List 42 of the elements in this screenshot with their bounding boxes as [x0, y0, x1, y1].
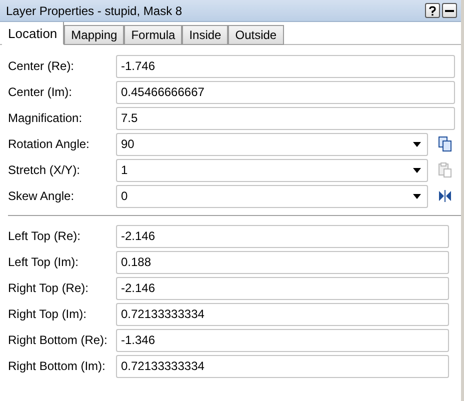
input-field[interactable]: -1.746 [116, 54, 455, 78]
combo-box[interactable]: 1 [116, 158, 428, 182]
field-label: Center (Im): [8, 85, 74, 99]
input-field[interactable]: -2.146 [116, 224, 449, 248]
field-label: Center (Re): [8, 59, 76, 73]
input-field[interactable]: 0.45466666667 [116, 80, 455, 104]
input-field[interactable]: -1.346 [116, 328, 449, 352]
combo-box[interactable]: 0 [116, 184, 428, 208]
question-icon [429, 6, 436, 16]
window-title: Layer Properties - stupid, Mask 8 [6, 4, 182, 18]
input-field[interactable]: 0.188 [116, 250, 449, 274]
caret-icon [413, 194, 421, 198]
help-button[interactable] [425, 3, 440, 18]
input-field[interactable]: 7.5 [116, 106, 455, 130]
field-label: Right Top (Im): [8, 307, 88, 321]
field-label: Right Bottom (Re): [8, 333, 108, 347]
caret-icon [413, 168, 421, 172]
tab[interactable]: Location [2, 22, 64, 45]
tab[interactable]: Inside [182, 25, 228, 45]
combo-box[interactable]: 90 [116, 132, 428, 156]
field-label: Stretch (X/Y): [8, 163, 82, 177]
copy-button[interactable] [436, 135, 454, 153]
field-label: Rotation Angle: [8, 137, 90, 151]
input-field[interactable]: -2.146 [116, 276, 449, 300]
field-label: Right Top (Re): [8, 281, 90, 295]
caret-icon [413, 142, 421, 146]
mirror-icon [438, 190, 452, 202]
copy-icon [438, 136, 452, 152]
tab[interactable]: Mapping [64, 25, 124, 45]
field-label: Left Top (Im): [8, 255, 80, 269]
minimize-icon [445, 10, 454, 12]
minimize-button[interactable] [442, 3, 457, 18]
field-label: Left Top (Re): [8, 229, 82, 243]
field-label: Right Bottom (Im): [8, 359, 106, 373]
input-field[interactable]: 0.72133333334 [116, 302, 449, 326]
input-field[interactable]: 0.72133333334 [116, 354, 449, 378]
tab[interactable]: Formula [124, 25, 182, 45]
mirror-button[interactable] [436, 187, 454, 205]
field-label: Skew Angle: [8, 189, 76, 203]
paste-icon [438, 162, 452, 178]
tab[interactable]: Outside [228, 25, 284, 45]
field-label: Magnification: [8, 111, 84, 125]
